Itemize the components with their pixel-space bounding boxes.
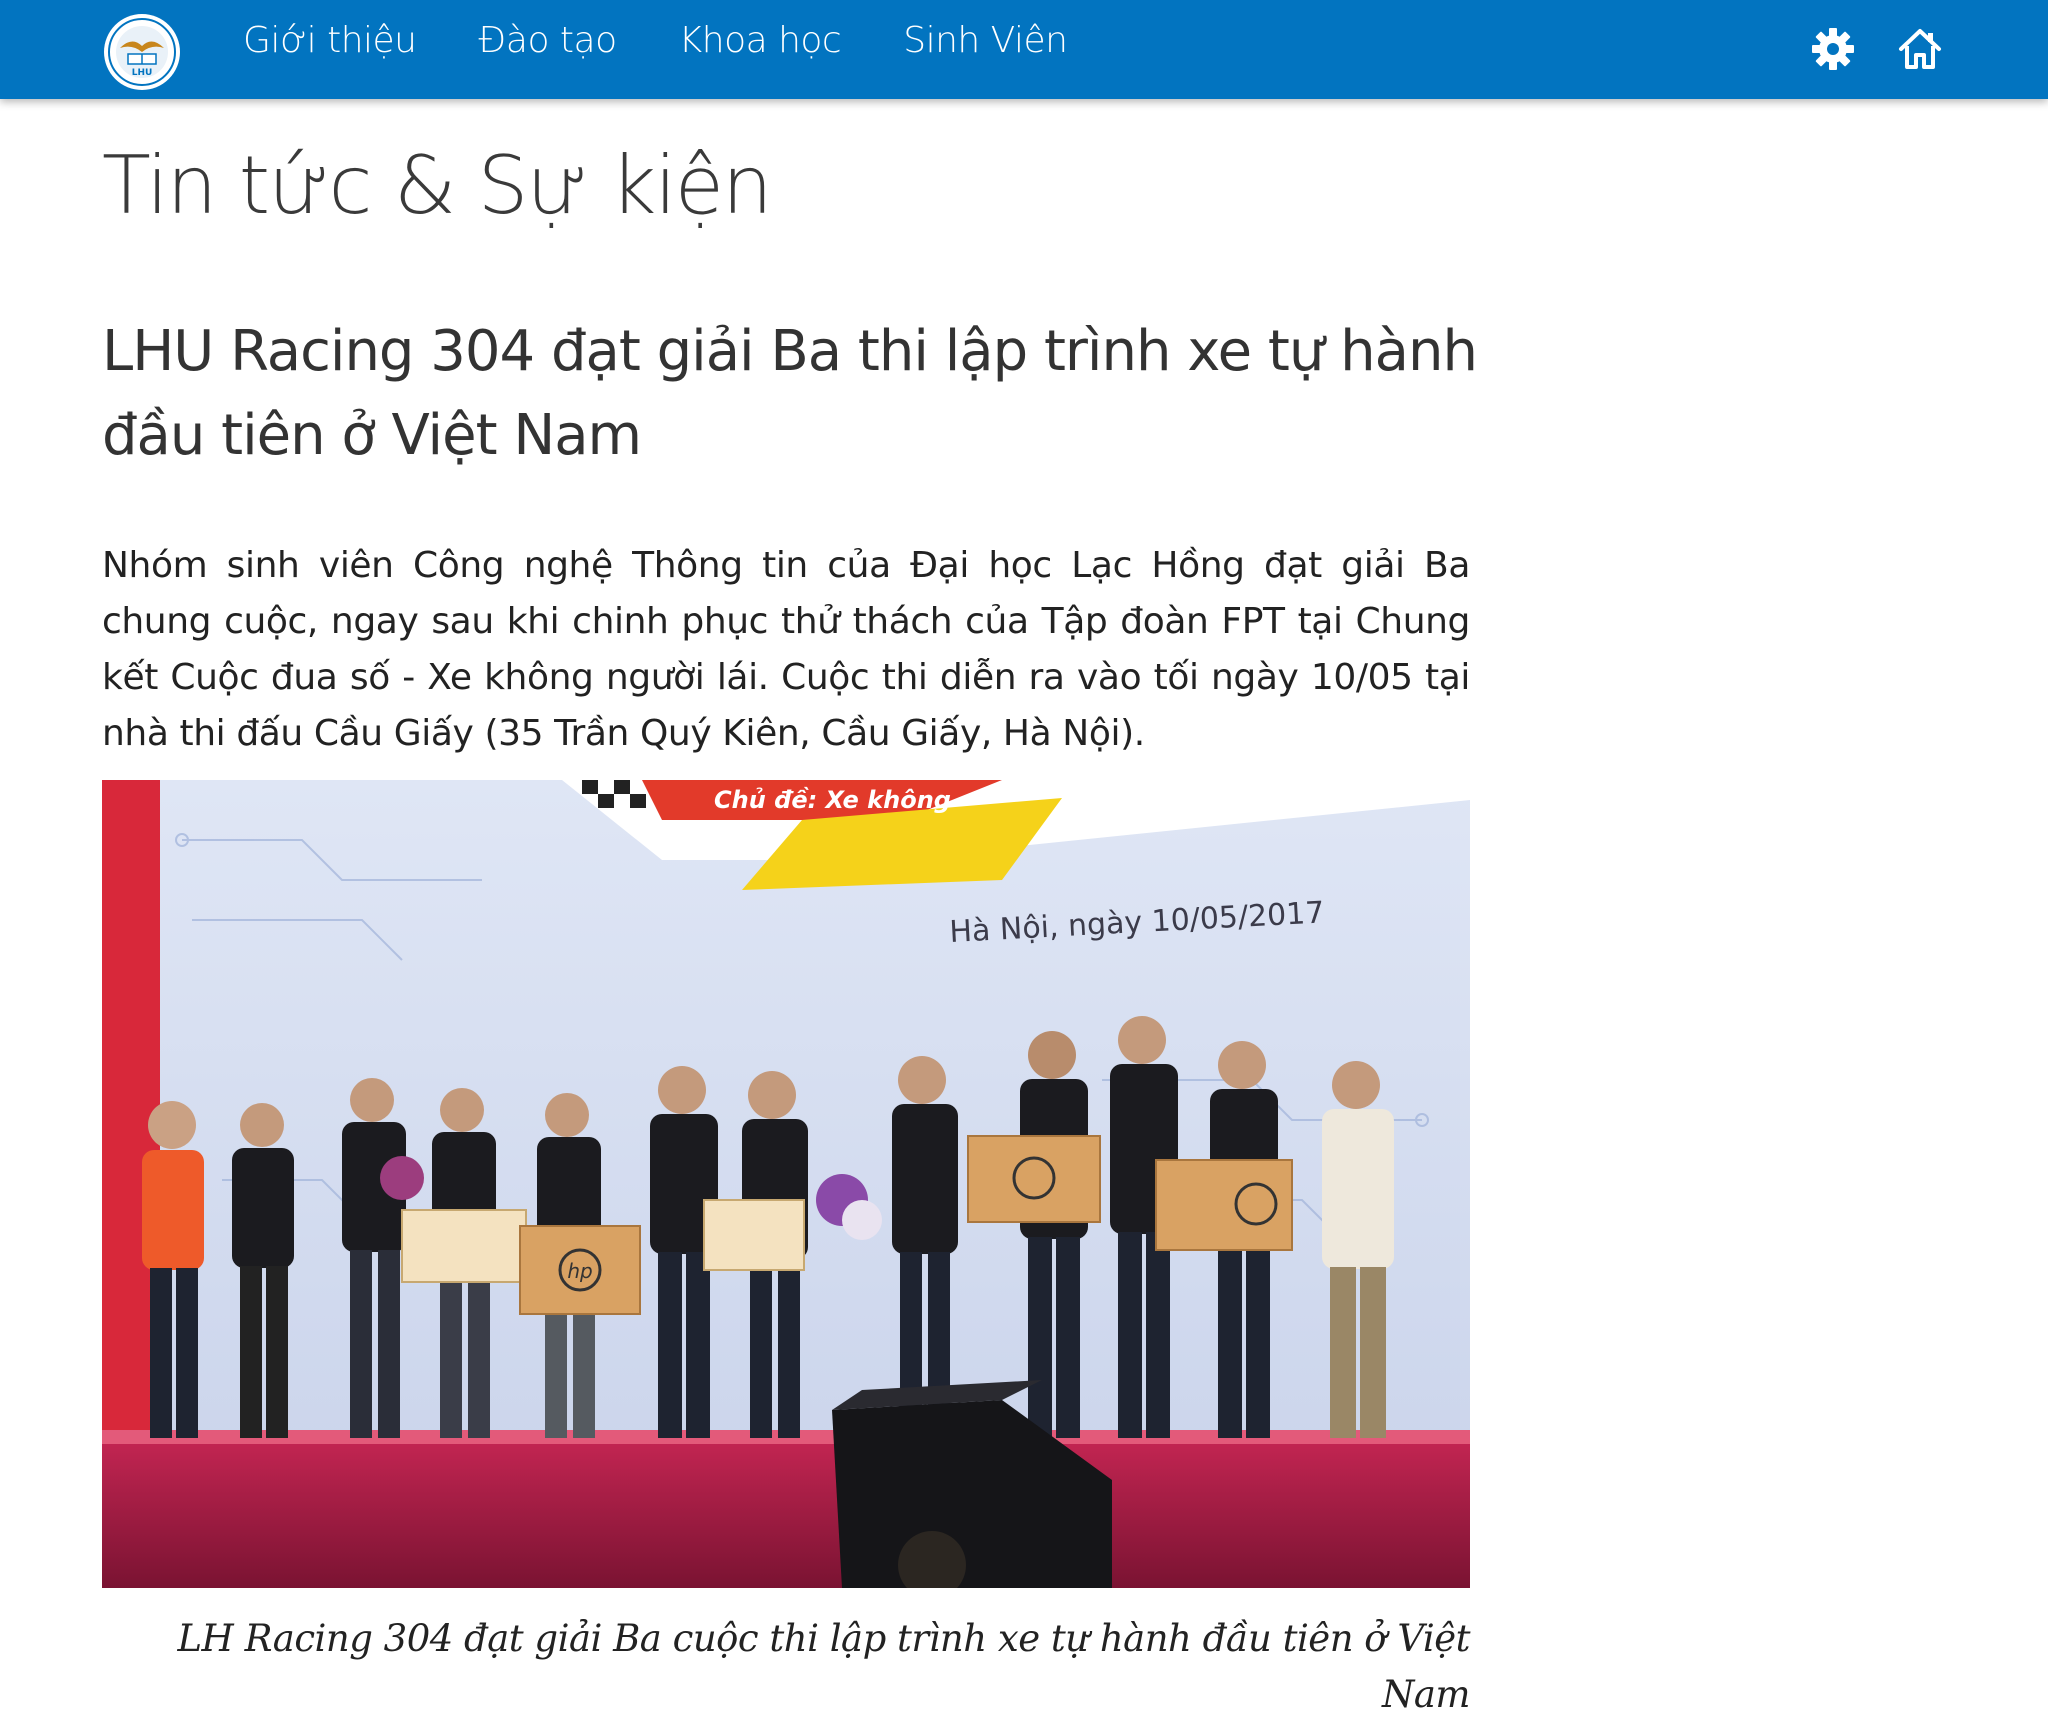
main-nav: Giới thiệu Đào tạo Khoa học Sinh Viên [243,14,1129,68]
svg-text:Chủ đề: Xe không: Chủ đề: Xe không [714,785,951,814]
top-navbar: LHU Giới thiệu Đào tạo Khoa học Sinh Viê… [0,0,2048,99]
article-photo: Chủ đề: Xe không Hà Nội, ngày 10/05/2017 [102,780,1470,1588]
svg-text:hp: hp [567,1259,592,1283]
university-logo[interactable]: LHU [102,12,182,92]
nav-item-gioi-thieu[interactable]: Giới thiệu [243,14,417,68]
article-lead: Nhóm sinh viên Công nghệ Thông tin của Đ… [102,545,1470,754]
photo-caption: LH Racing 304 đạt giải Ba cuộc thi lập t… [177,1617,1470,1716]
nav-item-sinh-vien[interactable]: Sinh Viên [903,14,1068,68]
home-icon[interactable] [1895,24,1945,74]
gear-icon[interactable] [1808,24,1858,74]
nav-item-dao-tao[interactable]: Đào tạo [479,14,618,68]
article-title: LHU Racing 304 đạt giải Ba thi lập trình… [102,319,1478,468]
page-title: Tin tức & Sự kiện [102,139,773,232]
svg-text:LHU: LHU [132,68,153,78]
nav-item-khoa-hoc[interactable]: Khoa học [679,14,842,68]
